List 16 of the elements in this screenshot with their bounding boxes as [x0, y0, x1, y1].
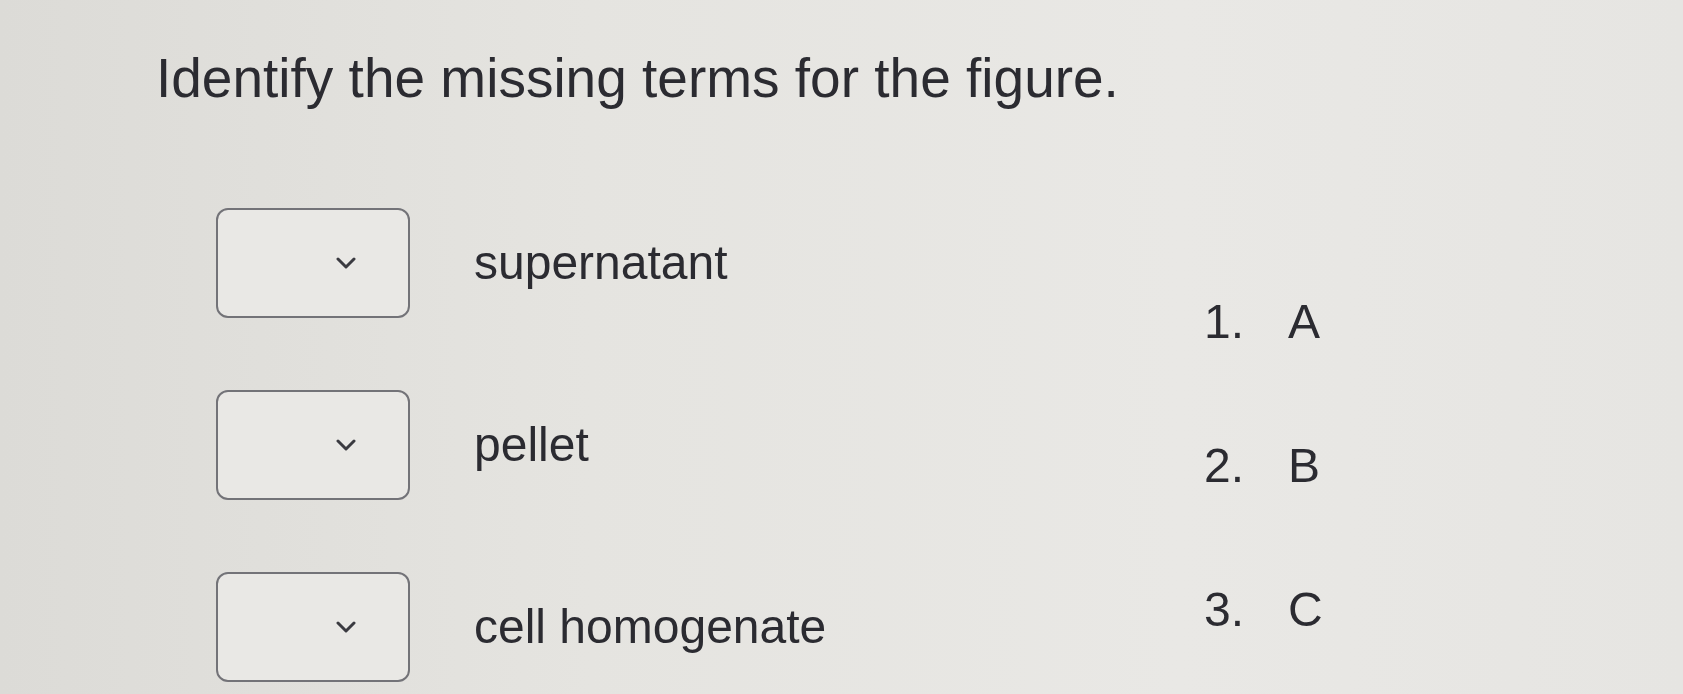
list-number: 3. [1204, 582, 1245, 638]
list-number: 2. [1204, 438, 1245, 494]
term-label: cell homogenate [474, 599, 827, 655]
dropdown[interactable] [216, 390, 410, 500]
term-label: supernatant [474, 235, 728, 291]
list-label: A [1288, 294, 1321, 350]
chevron-down-icon [336, 439, 356, 451]
list-label: C [1288, 582, 1323, 638]
chevron-down-icon [336, 621, 356, 633]
list-label: B [1288, 438, 1321, 494]
dropdown[interactable] [216, 572, 410, 682]
question-text: Identify the missing terms for the figure. [156, 46, 1119, 110]
term-label: pellet [474, 417, 589, 473]
chevron-down-icon [336, 257, 356, 269]
list-number: 1. [1204, 294, 1245, 350]
dropdown[interactable] [216, 208, 410, 318]
